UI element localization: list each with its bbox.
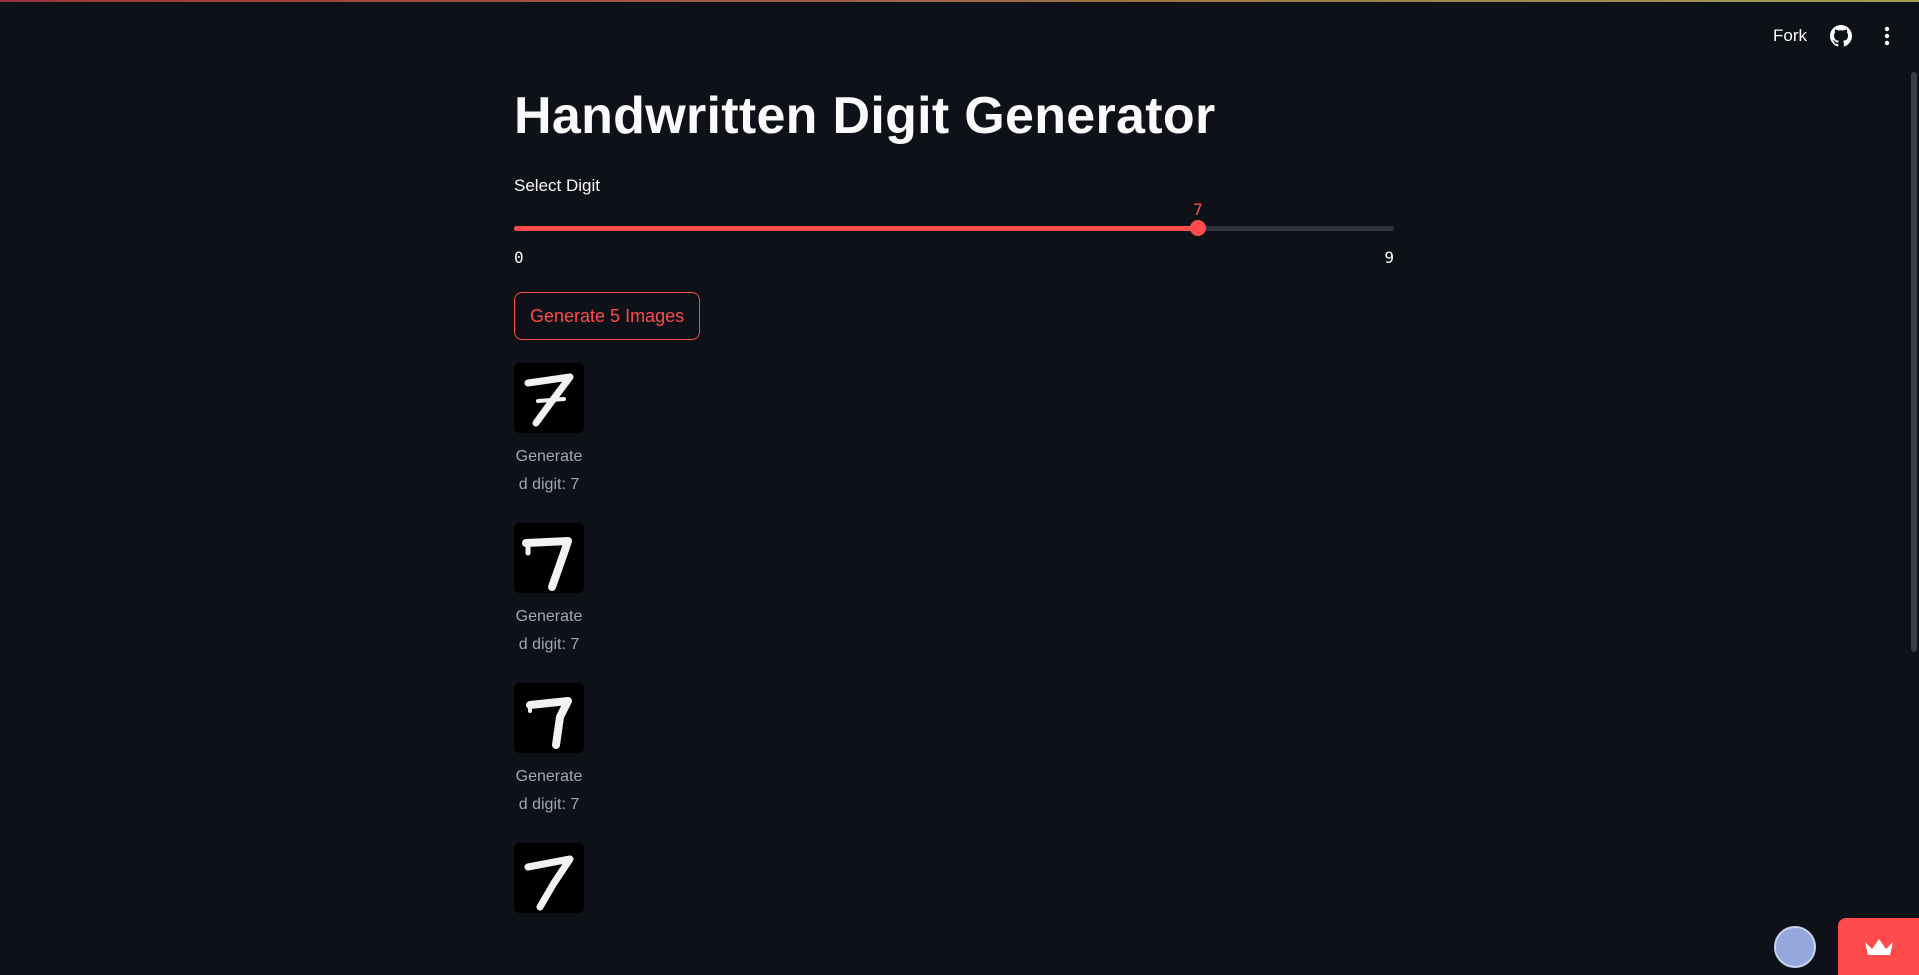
- image-card: [514, 843, 584, 913]
- image-card: Generated digit: 7: [514, 683, 584, 819]
- image-caption: Generated digit: 7: [515, 448, 583, 493]
- generated-images-list: Generated digit: 7 Generated digit: 7 Ge…: [514, 363, 584, 937]
- image-card: Generated digit: 7: [514, 523, 584, 659]
- generated-digit-image: [514, 523, 584, 593]
- page-scrollbar[interactable]: [1911, 72, 1917, 652]
- github-icon[interactable]: [1829, 24, 1853, 48]
- slider-track[interactable]: [514, 226, 1394, 231]
- image-caption: Generated digit: 7: [515, 608, 583, 653]
- image-caption: Generated digit: 7: [515, 768, 583, 813]
- digit-slider[interactable]: 7 0 9: [514, 200, 1394, 270]
- crown-icon[interactable]: [1838, 918, 1919, 975]
- user-avatar-icon[interactable]: [1774, 926, 1816, 968]
- header-toolbar: Fork: [1773, 20, 1899, 52]
- page-title: Handwritten Digit Generator: [514, 87, 1216, 145]
- generated-digit-image: [514, 363, 584, 433]
- slider-current-value: 7: [1193, 200, 1203, 219]
- image-card: Generated digit: 7: [514, 363, 584, 499]
- fork-link[interactable]: Fork: [1773, 26, 1807, 46]
- slider-label: Select Digit: [514, 176, 600, 195]
- kebab-menu-icon[interactable]: [1875, 24, 1899, 48]
- generate-images-button[interactable]: Generate 5 Images: [514, 292, 701, 340]
- main-content: Handwritten Digit Generator Select Digit…: [514, 80, 1394, 913]
- slider-min-label: 0: [514, 248, 524, 267]
- slider-thumb[interactable]: [1190, 220, 1206, 236]
- generated-digit-image: [514, 683, 584, 753]
- slider-track-fill: [514, 226, 1198, 231]
- slider-max-label: 9: [1384, 248, 1394, 267]
- top-decoration-line: [0, 0, 1919, 2]
- generated-digit-image: [514, 843, 584, 913]
